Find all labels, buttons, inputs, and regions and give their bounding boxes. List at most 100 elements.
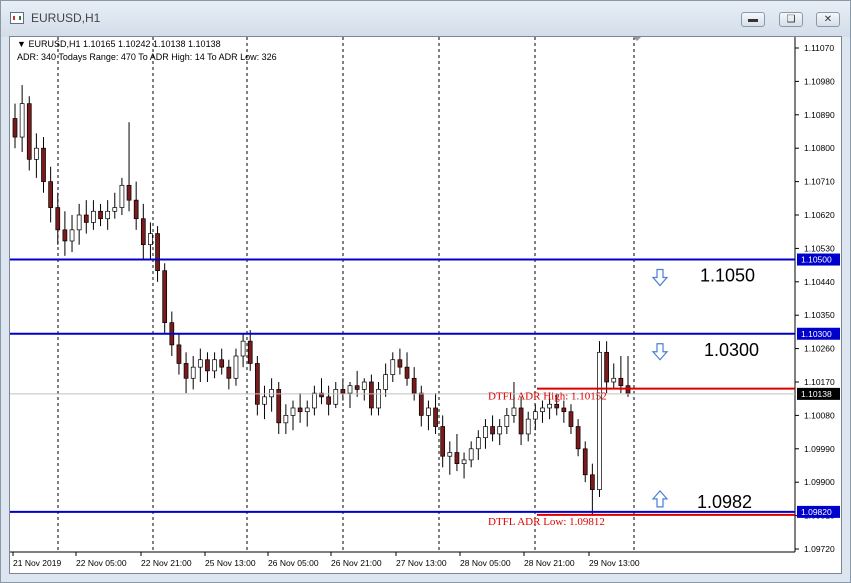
candle-body bbox=[69, 229, 75, 242]
candle-body bbox=[447, 452, 453, 457]
candle-body bbox=[205, 359, 210, 372]
candle-body bbox=[597, 351, 602, 490]
price-tick-label: 1.10350 bbox=[804, 310, 835, 320]
time-tick-label: 27 Nov 13:00 bbox=[396, 558, 447, 568]
candle-body bbox=[426, 407, 431, 416]
candle-body bbox=[397, 359, 403, 368]
candle-body bbox=[568, 411, 574, 427]
current-price-label: 1.10138 bbox=[801, 389, 832, 399]
candle-body bbox=[418, 392, 424, 416]
candle-body bbox=[440, 426, 446, 457]
candle-body bbox=[490, 426, 495, 435]
time-tick-label: 28 Nov 21:00 bbox=[524, 558, 575, 568]
candle-body bbox=[283, 415, 289, 424]
candle-body bbox=[105, 210, 111, 220]
candle-body bbox=[62, 229, 68, 242]
time-tick-label: 22 Nov 05:00 bbox=[76, 558, 127, 568]
candle-body bbox=[561, 407, 567, 413]
candle-body bbox=[76, 214, 82, 231]
candle-body bbox=[55, 207, 61, 231]
arrow-down-icon bbox=[651, 343, 669, 361]
candle-body bbox=[112, 207, 118, 212]
candle-body bbox=[48, 181, 53, 208]
candle-body bbox=[155, 233, 160, 272]
time-tick-label: 29 Nov 13:00 bbox=[589, 558, 640, 568]
price-tick-label: 1.10800 bbox=[804, 143, 835, 153]
candle-body bbox=[590, 474, 595, 490]
chart-header-symbol: ▼ EURUSD,H1 1.10165 1.10242 1.10138 1.10… bbox=[17, 39, 221, 49]
candle-body bbox=[461, 459, 467, 464]
price-tick-label: 1.11070 bbox=[804, 43, 834, 53]
symbol-ohlc: EURUSD,H1 1.10165 1.10242 1.10138 1.1013… bbox=[28, 39, 221, 49]
level-price-label: 1.09820 bbox=[801, 507, 832, 517]
candle-body bbox=[176, 344, 182, 364]
time-tick-label: 26 Nov 05:00 bbox=[268, 558, 319, 568]
price-tick-label: 1.09990 bbox=[804, 444, 835, 454]
candle-body bbox=[511, 407, 517, 416]
candle-body bbox=[19, 103, 25, 138]
candle-body bbox=[126, 184, 132, 201]
candle-body bbox=[304, 407, 310, 413]
candle-body bbox=[497, 426, 503, 435]
candle-body bbox=[390, 359, 396, 375]
time-tick-label: 26 Nov 21:00 bbox=[331, 558, 382, 568]
candle-body bbox=[119, 184, 125, 208]
candle-body bbox=[433, 407, 438, 427]
candle-body bbox=[297, 407, 303, 413]
price-tick-label: 1.09720 bbox=[804, 544, 835, 554]
candle-body bbox=[148, 233, 153, 246]
candle-body bbox=[212, 359, 217, 372]
price-tick-label: 1.10710 bbox=[804, 177, 835, 187]
adr-label: DTFL ADR Low: 1.09812 bbox=[488, 516, 605, 528]
candle-body bbox=[269, 389, 274, 398]
candle-body bbox=[361, 381, 367, 390]
candle-body bbox=[547, 403, 552, 409]
candle-body bbox=[582, 448, 588, 476]
price-tick-label: 1.10890 bbox=[804, 110, 835, 120]
candle-body bbox=[347, 385, 353, 394]
candle-body bbox=[290, 407, 296, 416]
candle-body bbox=[554, 403, 560, 409]
candle-body bbox=[411, 377, 417, 394]
level-price-label: 1.10300 bbox=[801, 329, 832, 339]
candle-body bbox=[219, 359, 225, 368]
chart-menu-triangle-icon[interactable]: ▼ bbox=[17, 39, 26, 49]
candle-body bbox=[83, 214, 89, 223]
candle-body bbox=[326, 396, 331, 405]
candle-body bbox=[518, 407, 524, 435]
level-price-label: 1.10500 bbox=[801, 255, 832, 265]
time-tick-label: 28 Nov 05:00 bbox=[460, 558, 511, 568]
candle-body bbox=[604, 351, 609, 383]
candle-body bbox=[312, 392, 317, 409]
price-tick-label: 1.10170 bbox=[804, 377, 835, 387]
candle-body bbox=[504, 415, 510, 427]
candle-body bbox=[226, 366, 232, 379]
price-tick-label: 1.10440 bbox=[804, 277, 835, 287]
candle-body bbox=[525, 418, 531, 435]
candle-body bbox=[575, 426, 581, 450]
candle-body bbox=[611, 377, 617, 383]
time-tick-label: 22 Nov 21:00 bbox=[141, 558, 192, 568]
price-tick-label: 1.10980 bbox=[804, 76, 835, 86]
candle-body bbox=[240, 340, 246, 357]
candle-body bbox=[41, 147, 46, 182]
candle-body bbox=[190, 366, 196, 379]
price-chart[interactable]: 1.11070 1.10980 1.10890 1.10800 1.10710 1.106… bbox=[0, 0, 851, 583]
arrow-down-icon bbox=[651, 268, 669, 287]
candle-body bbox=[262, 396, 267, 405]
candle-body bbox=[26, 103, 32, 160]
candle-body bbox=[233, 355, 239, 379]
candle-body bbox=[276, 389, 282, 424]
time-tick-label: 21 Nov 2019 bbox=[13, 558, 61, 568]
candle-body bbox=[333, 389, 339, 405]
price-tick-label: 1.10260 bbox=[804, 344, 835, 354]
candle-body bbox=[618, 377, 624, 387]
candle-body bbox=[162, 270, 168, 323]
candle-body bbox=[247, 340, 253, 364]
adr-label: DTFL ADR High: 1.10152 bbox=[488, 391, 607, 403]
candle-body bbox=[369, 381, 374, 409]
candle-body bbox=[454, 452, 460, 464]
price-tick-label: 1.09900 bbox=[804, 477, 835, 487]
candle-body bbox=[197, 359, 203, 368]
price-tick-label: 1.10080 bbox=[804, 410, 835, 420]
